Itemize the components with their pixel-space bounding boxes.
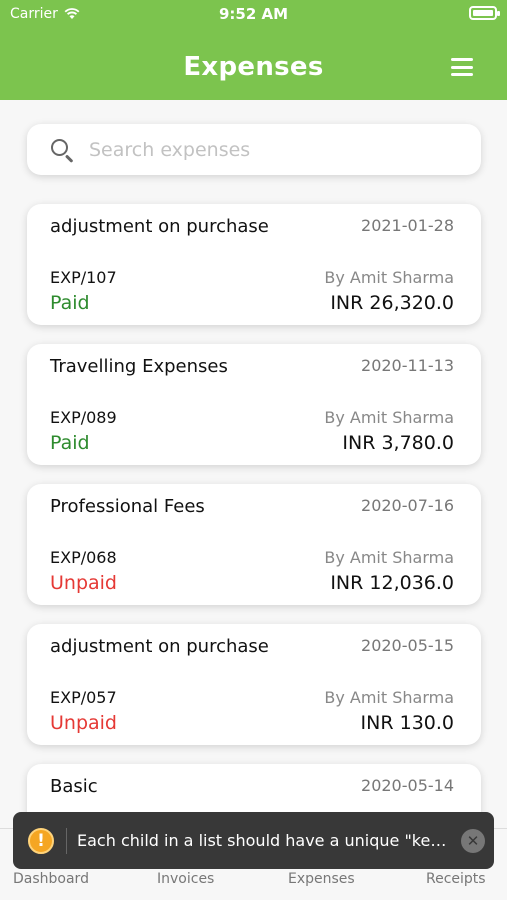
expense-date: 2021-01-28 bbox=[361, 216, 454, 235]
search-input[interactable] bbox=[89, 138, 449, 161]
expense-card[interactable]: Professional Fees 2020-07-16 EXP/068 By … bbox=[27, 484, 481, 605]
expense-date: 2020-07-16 bbox=[361, 496, 454, 515]
tab-receipts[interactable]: Receipts bbox=[426, 871, 486, 887]
expense-name: Travelling Expenses bbox=[50, 356, 228, 377]
toast-message: Each child in a list should have a uniqu… bbox=[77, 831, 453, 850]
expense-code: EXP/057 bbox=[50, 688, 117, 707]
expense-name: adjustment on purchase bbox=[50, 636, 269, 657]
expense-amount: INR 26,320.0 bbox=[330, 292, 454, 314]
expense-date: 2020-11-13 bbox=[361, 356, 454, 375]
expense-name: Basic bbox=[50, 776, 98, 797]
hamburger-menu-icon[interactable] bbox=[451, 58, 473, 76]
tab-expenses[interactable]: Expenses bbox=[288, 871, 355, 887]
warning-icon: ! bbox=[28, 827, 54, 854]
expense-by: By Amit Sharma bbox=[324, 268, 454, 287]
status-bar: Carrier 9:52 AM bbox=[0, 0, 507, 28]
expense-status: Unpaid bbox=[50, 572, 117, 594]
expense-card[interactable]: Travelling Expenses 2020-11-13 EXP/089 B… bbox=[27, 344, 481, 465]
expense-name: Professional Fees bbox=[50, 496, 205, 517]
status-time: 9:52 AM bbox=[218, 5, 289, 23]
expense-card[interactable]: adjustment on purchase 2020-05-15 EXP/05… bbox=[27, 624, 481, 745]
toast-divider bbox=[66, 827, 67, 854]
expense-amount: INR 130.0 bbox=[360, 712, 454, 734]
warning-toast[interactable]: ! Each child in a list should have a uni… bbox=[13, 812, 494, 869]
expense-code: EXP/089 bbox=[50, 408, 117, 427]
expense-amount: INR 12,036.0 bbox=[330, 572, 454, 594]
expense-by: By Amit Sharma bbox=[324, 688, 454, 707]
expense-by: By Amit Sharma bbox=[324, 408, 454, 427]
tab-dashboard[interactable]: Dashboard bbox=[13, 871, 89, 887]
tab-invoices[interactable]: Invoices bbox=[157, 871, 214, 887]
page-title: Expenses bbox=[183, 52, 324, 82]
close-icon[interactable]: ✕ bbox=[461, 828, 485, 853]
expense-list: adjustment on purchase 2021-01-28 EXP/10… bbox=[27, 204, 481, 900]
expense-name: adjustment on purchase bbox=[50, 216, 269, 237]
expense-status: Paid bbox=[50, 292, 90, 314]
expense-status: Paid bbox=[50, 432, 90, 454]
expense-date: 2020-05-14 bbox=[361, 776, 454, 795]
battery-icon bbox=[469, 6, 500, 20]
search-icon bbox=[49, 137, 75, 163]
app-header: Carrier 9:52 AM Expenses bbox=[0, 0, 507, 100]
expense-by: By Amit Sharma bbox=[324, 548, 454, 567]
expense-status: Unpaid bbox=[50, 712, 117, 734]
expense-amount: INR 3,780.0 bbox=[342, 432, 454, 454]
expense-code: EXP/068 bbox=[50, 548, 117, 567]
search-bar[interactable] bbox=[27, 124, 481, 175]
expense-date: 2020-05-15 bbox=[361, 636, 454, 655]
expense-code: EXP/107 bbox=[50, 268, 117, 287]
expense-card[interactable]: adjustment on purchase 2021-01-28 EXP/10… bbox=[27, 204, 481, 325]
